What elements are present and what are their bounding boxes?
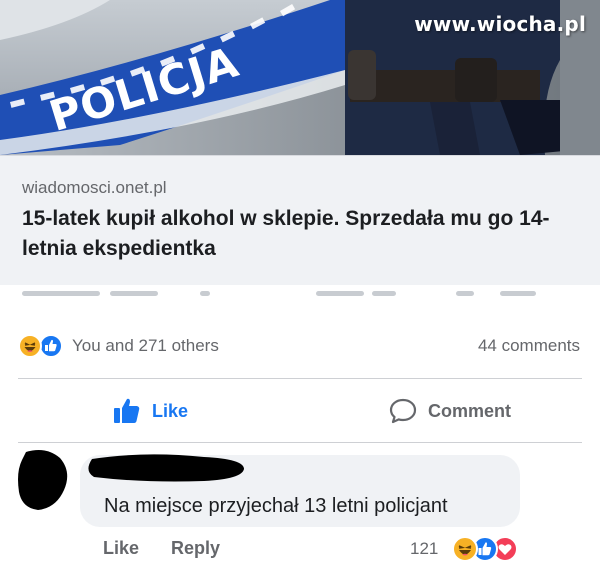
reactions-summary-text[interactable]: You and 271 others	[72, 336, 219, 356]
comment-button[interactable]: Comment	[388, 394, 511, 428]
comment-reaction-count[interactable]: 121	[410, 539, 438, 559]
divider	[18, 378, 582, 379]
comment-text: Na miejsce przyjechał 13 letni policjant	[104, 495, 448, 517]
like-label: Like	[152, 400, 189, 421]
link-preview[interactable]: wiadomosci.onet.pl 15-latek kupił alkoho…	[0, 155, 600, 285]
post-action-bar: Like Comment	[0, 380, 600, 442]
comments-count[interactable]: 44 comments	[478, 336, 580, 356]
post-image[interactable]: POLICJA www.wiocha.pl	[0, 0, 600, 155]
like-button[interactable]: Like	[112, 394, 188, 428]
avatar[interactable]	[16, 448, 70, 512]
haha-icon	[18, 334, 42, 358]
reaction-icons	[18, 334, 70, 358]
reactions-summary[interactable]: You and 271 others 44 comments	[0, 330, 600, 362]
comment-bubble: Na miejsce przyjechał 13 letni policjant	[80, 453, 520, 527]
comment-label: Comment	[428, 400, 512, 421]
link-title[interactable]: 15-latek kupił alkohol w sklepie. Sprzed…	[22, 204, 582, 264]
redacted-avatar-icon	[18, 450, 68, 510]
comment-reaction-icons[interactable]	[452, 536, 522, 562]
comment-like-button[interactable]: Like	[103, 538, 139, 559]
watermark: www.wiocha.pl	[414, 12, 586, 36]
haha-icon	[452, 536, 478, 562]
comment-actions: Like Reply 121	[0, 534, 600, 564]
comment-reply-button[interactable]: Reply	[171, 538, 220, 559]
divider	[18, 442, 582, 443]
comment-icon	[389, 398, 417, 424]
redacted-author-name[interactable]	[84, 453, 249, 483]
like-icon	[39, 334, 63, 358]
cropped-row	[0, 285, 600, 303]
link-domain: wiadomosci.onet.pl	[22, 178, 167, 197]
thumbs-up-icon	[114, 398, 140, 423]
